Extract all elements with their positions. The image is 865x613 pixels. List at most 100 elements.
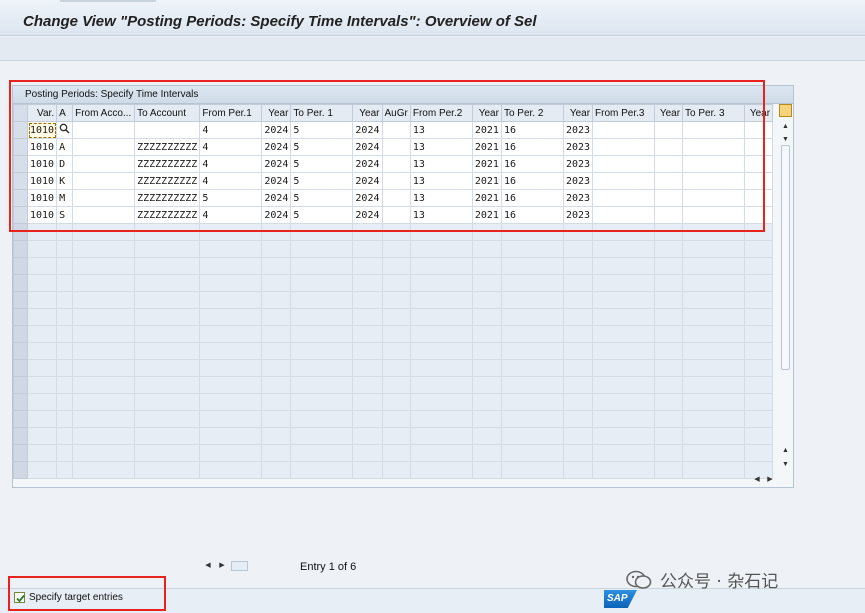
table-cell[interactable] xyxy=(134,427,201,445)
scroll-down-icon[interactable]: ▼ xyxy=(779,135,792,145)
table-cell[interactable] xyxy=(352,376,383,394)
table-cell[interactable] xyxy=(682,274,746,292)
table-cell[interactable] xyxy=(500,257,564,275)
table-cell[interactable] xyxy=(72,393,136,411)
table-cell[interactable] xyxy=(352,444,383,462)
table-cell[interactable] xyxy=(26,291,58,309)
vertical-scroll-thumb[interactable] xyxy=(781,145,790,370)
table-cell[interactable] xyxy=(654,427,684,445)
table-cell[interactable] xyxy=(26,376,58,394)
table-cell[interactable] xyxy=(409,308,473,326)
empty-table-row[interactable] xyxy=(13,444,774,462)
table-cell[interactable] xyxy=(409,325,473,343)
table-cell[interactable] xyxy=(562,393,594,411)
table-cell[interactable] xyxy=(682,393,746,411)
horizontal-scroll-thumb[interactable] xyxy=(231,561,248,571)
table-cell[interactable] xyxy=(682,257,746,275)
table-cell[interactable] xyxy=(72,410,136,428)
table-cell[interactable] xyxy=(26,240,58,258)
table-cell[interactable] xyxy=(134,274,201,292)
table-cell[interactable] xyxy=(682,291,746,309)
table-cell[interactable] xyxy=(290,291,354,309)
table-cell[interactable] xyxy=(381,342,411,360)
table-cell[interactable] xyxy=(26,342,58,360)
table-cell[interactable] xyxy=(562,240,594,258)
scroll-right-icon[interactable]: ▶ xyxy=(217,560,227,572)
table-cell[interactable] xyxy=(592,393,656,411)
table-cell[interactable] xyxy=(352,342,383,360)
table-cell[interactable] xyxy=(409,444,473,462)
table-cell[interactable] xyxy=(471,376,502,394)
table-cell[interactable] xyxy=(471,308,502,326)
empty-table-row[interactable] xyxy=(13,274,774,292)
table-cell[interactable] xyxy=(261,393,292,411)
empty-table-row[interactable] xyxy=(13,257,774,275)
table-cell[interactable] xyxy=(500,410,564,428)
table-cell[interactable] xyxy=(381,325,411,343)
table-cell[interactable] xyxy=(654,325,684,343)
table-cell[interactable] xyxy=(409,240,473,258)
table-cell[interactable] xyxy=(500,291,564,309)
table-cell[interactable] xyxy=(744,291,774,309)
table-cell[interactable] xyxy=(654,257,684,275)
table-cell[interactable] xyxy=(199,274,263,292)
table-cell[interactable] xyxy=(290,461,354,479)
table-cell[interactable] xyxy=(26,444,58,462)
table-cell[interactable] xyxy=(352,291,383,309)
table-cell[interactable] xyxy=(290,410,354,428)
table-cell[interactable] xyxy=(682,308,746,326)
table-cell[interactable] xyxy=(592,325,656,343)
table-cell[interactable] xyxy=(562,257,594,275)
table-cell[interactable] xyxy=(409,359,473,377)
table-cell[interactable] xyxy=(290,308,354,326)
table-cell[interactable] xyxy=(562,274,594,292)
table-cell[interactable] xyxy=(56,393,74,411)
scroll-up-icon[interactable]: ▲ xyxy=(779,446,792,456)
table-cell[interactable] xyxy=(290,325,354,343)
table-cell[interactable] xyxy=(562,308,594,326)
scroll-left-icon[interactable]: ◀ xyxy=(203,560,213,572)
table-cell[interactable] xyxy=(56,257,74,275)
table-cell[interactable] xyxy=(654,461,684,479)
table-cell[interactable] xyxy=(134,461,201,479)
table-cell[interactable] xyxy=(199,240,263,258)
table-cell[interactable] xyxy=(56,359,74,377)
table-cell[interactable] xyxy=(134,342,201,360)
table-cell[interactable] xyxy=(199,308,263,326)
scroll-down-icon[interactable]: ▼ xyxy=(779,460,792,470)
table-cell[interactable] xyxy=(744,308,774,326)
table-cell[interactable] xyxy=(744,376,774,394)
table-cell[interactable] xyxy=(199,461,263,479)
table-cell[interactable] xyxy=(261,274,292,292)
table-cell[interactable] xyxy=(261,325,292,343)
table-cell[interactable] xyxy=(352,257,383,275)
table-cell[interactable] xyxy=(261,308,292,326)
row-selection-handle[interactable] xyxy=(13,240,28,258)
table-cell[interactable] xyxy=(290,376,354,394)
row-selection-handle[interactable] xyxy=(13,291,28,309)
table-cell[interactable] xyxy=(654,291,684,309)
table-cell[interactable] xyxy=(290,274,354,292)
empty-table-row[interactable] xyxy=(13,359,774,377)
table-cell[interactable] xyxy=(471,274,502,292)
table-cell[interactable] xyxy=(72,444,136,462)
row-selection-handle[interactable] xyxy=(13,257,28,275)
empty-table-row[interactable] xyxy=(13,427,774,445)
empty-table-row[interactable] xyxy=(13,240,774,258)
table-cell[interactable] xyxy=(352,325,383,343)
table-cell[interactable] xyxy=(352,359,383,377)
table-cell[interactable] xyxy=(744,393,774,411)
table-cell[interactable] xyxy=(381,257,411,275)
table-cell[interactable] xyxy=(409,393,473,411)
table-cell[interactable] xyxy=(56,461,74,479)
table-cell[interactable] xyxy=(381,274,411,292)
table-cell[interactable] xyxy=(682,444,746,462)
table-settings-icon[interactable] xyxy=(779,104,792,117)
table-cell[interactable] xyxy=(290,240,354,258)
table-cell[interactable] xyxy=(134,393,201,411)
table-cell[interactable] xyxy=(199,393,263,411)
table-cell[interactable] xyxy=(381,291,411,309)
table-cell[interactable] xyxy=(471,393,502,411)
row-selection-handle[interactable] xyxy=(13,461,28,479)
table-cell[interactable] xyxy=(352,240,383,258)
